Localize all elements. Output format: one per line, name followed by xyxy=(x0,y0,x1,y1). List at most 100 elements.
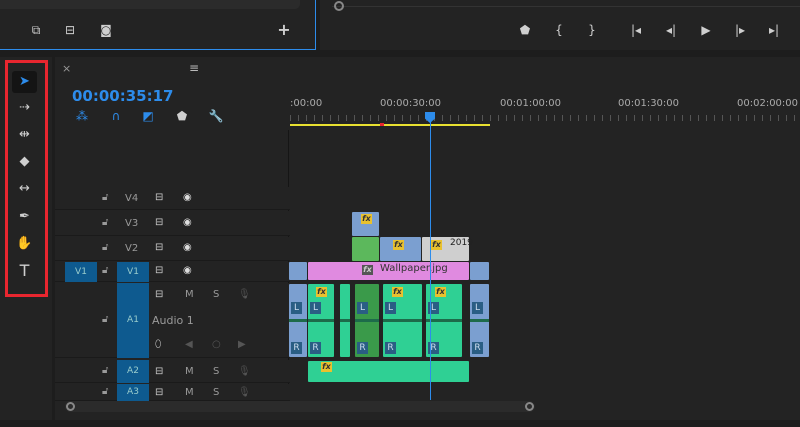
linked-selection-icon[interactable]: ◩ xyxy=(140,109,156,123)
lock-icon[interactable]: 🔓︎ xyxy=(102,314,108,325)
clip-v2-green[interactable] xyxy=(352,237,379,261)
type-tool[interactable]: T xyxy=(12,260,37,282)
lock-icon[interactable]: 🔓︎ xyxy=(102,242,108,253)
add-keyframe-icon[interactable]: ○ xyxy=(212,339,221,350)
prev-keyframe-icon[interactable]: ◀ xyxy=(185,339,193,350)
solo-button[interactable]: S xyxy=(213,387,219,398)
add-marker-icon[interactable]: ⬟ xyxy=(174,109,190,123)
selection-tool-icon: ➤ xyxy=(19,74,30,89)
selection-tool[interactable]: ➤ xyxy=(12,71,37,93)
mic-icon[interactable]: 🎙︎ xyxy=(238,387,251,398)
track-target-A3[interactable]: A3 xyxy=(117,384,149,401)
track-target-V1[interactable]: V1 xyxy=(117,262,149,282)
track-name[interactable]: V3 xyxy=(125,218,138,229)
mark-in-icon[interactable]: { xyxy=(550,23,568,37)
program-monitor-panel: ⬟ {} |◂ ◂| ▶ |▸ ▸| xyxy=(320,0,800,50)
mute-button[interactable]: M xyxy=(185,366,194,377)
fx-badge: fx xyxy=(393,240,404,250)
fx-badge: fx xyxy=(321,362,332,372)
source-scrollbar[interactable] xyxy=(0,0,300,9)
transition-v1-start[interactable] xyxy=(289,262,307,280)
track-select-tool[interactable]: ⇢ xyxy=(12,97,37,119)
track-header-A2: 🔓︎ A2 ⊟ M S 🎙︎ xyxy=(55,360,290,383)
lock-icon[interactable]: 🔓︎ xyxy=(102,217,108,228)
ruler-label: 00:01:00:00 xyxy=(500,98,562,109)
close-icon[interactable]: × xyxy=(62,62,71,75)
ruler-label: :00:00 xyxy=(290,98,323,109)
slip-tool[interactable]: ↔ xyxy=(12,178,37,200)
program-scrubber-handle[interactable] xyxy=(334,1,344,11)
sync-lock-icon[interactable]: ⊟ xyxy=(155,242,163,253)
eye-icon[interactable]: ◉ xyxy=(183,242,192,253)
track-target-A1[interactable]: A1 xyxy=(117,283,149,358)
track-name[interactable]: V4 xyxy=(125,193,138,204)
audio-clip-a2[interactable] xyxy=(308,361,469,382)
play-icon[interactable]: ▶ xyxy=(697,23,715,37)
solo-button[interactable]: S xyxy=(213,289,219,300)
slip-tool-icon: ↔ xyxy=(19,181,30,196)
lock-icon[interactable]: 🔓︎ xyxy=(102,265,108,276)
overwrite-icon[interactable]: ⊟ xyxy=(61,23,79,37)
solo-button[interactable]: S xyxy=(213,366,219,377)
track-name[interactable]: Audio 1 xyxy=(152,314,194,327)
sync-lock-icon[interactable]: ⊟ xyxy=(155,265,163,276)
track-target-A2[interactable]: A2 xyxy=(117,360,149,383)
add-button-icon[interactable]: + xyxy=(276,22,292,38)
step-back-icon[interactable]: ◂| xyxy=(662,23,680,37)
sync-lock-icon[interactable]: ⊟ xyxy=(155,217,163,228)
step-forward-icon[interactable]: |▸ xyxy=(731,23,749,37)
track-select-tool-icon: ⇢ xyxy=(19,100,30,115)
mic-icon[interactable]: 🎙︎ xyxy=(238,289,251,300)
mic-icon[interactable]: 🎙︎ xyxy=(238,366,251,377)
razor-tool[interactable]: ◆ xyxy=(12,151,37,173)
right-channel: R xyxy=(291,342,302,354)
panel-menu-icon[interactable]: ≡ xyxy=(189,61,199,75)
keyframe-icon[interactable]: ⬯ xyxy=(155,339,161,350)
source-patch-V1[interactable]: V1 xyxy=(65,262,97,282)
timecode[interactable]: 00:00:35:17 xyxy=(72,87,174,105)
pen-tool[interactable]: ✒ xyxy=(12,206,37,228)
next-keyframe-icon[interactable]: ▶ xyxy=(238,339,246,350)
lock-icon[interactable]: 🔓︎ xyxy=(102,386,108,397)
track-name[interactable]: V2 xyxy=(125,243,138,254)
fx-badge: fx xyxy=(431,240,442,250)
mute-button[interactable]: M xyxy=(185,387,194,398)
program-scrubber[interactable] xyxy=(332,6,800,7)
mark-out-icon[interactable]: } xyxy=(583,23,601,37)
sync-lock-icon[interactable]: ⊟ xyxy=(155,387,163,398)
lock-icon[interactable]: 🔓︎ xyxy=(102,192,108,203)
eye-icon[interactable]: ◉ xyxy=(183,265,192,276)
left-channel: L xyxy=(385,302,396,314)
go-to-out-icon[interactable]: ▸| xyxy=(765,23,783,37)
clip-label: 2019 xyxy=(450,238,473,248)
left-channel: L xyxy=(472,302,483,314)
go-to-in-icon[interactable]: |◂ xyxy=(627,23,645,37)
export-frame-icon[interactable]: ◙ xyxy=(97,23,115,37)
fx-badge: fx xyxy=(316,287,327,297)
ripple-edit-tool[interactable]: ⇹ xyxy=(12,124,37,146)
track-header-V3: 🔓︎ V3 ⊟ ◉ xyxy=(55,211,290,236)
ruler-label: 00:00:30:00 xyxy=(380,98,442,109)
track-header-V1: V1 🔓︎ V1 ⊟ ◉ xyxy=(55,262,290,282)
insert-icon[interactable]: ⧉ xyxy=(27,23,45,37)
sync-lock-icon[interactable]: ⊟ xyxy=(155,192,163,203)
right-channel: R xyxy=(472,342,483,354)
snap-magnet-icon[interactable]: ∩ xyxy=(108,109,124,123)
sync-lock-icon[interactable]: ⊟ xyxy=(155,289,163,300)
transition-v1-end[interactable] xyxy=(470,262,489,280)
lock-icon[interactable]: 🔓︎ xyxy=(102,365,108,376)
eye-icon[interactable]: ◉ xyxy=(183,192,192,203)
nest-icon[interactable]: ⁂ xyxy=(74,109,90,123)
in-marker xyxy=(380,123,384,126)
timeline-horizontal-scrollbar[interactable] xyxy=(65,401,535,412)
work-area-bar[interactable] xyxy=(290,124,490,126)
sync-lock-icon[interactable]: ⊟ xyxy=(155,366,163,377)
right-channel: R xyxy=(385,342,396,354)
hand-tool-icon: ✋ xyxy=(16,236,33,251)
eye-icon[interactable]: ◉ xyxy=(183,217,192,228)
audio-clip-a1[interactable] xyxy=(340,284,350,357)
hand-tool[interactable]: ✋ xyxy=(12,233,37,255)
settings-wrench-icon[interactable]: 🔧 xyxy=(208,109,224,123)
mute-button[interactable]: M xyxy=(185,289,194,300)
marker-icon[interactable]: ⬟ xyxy=(516,23,534,37)
